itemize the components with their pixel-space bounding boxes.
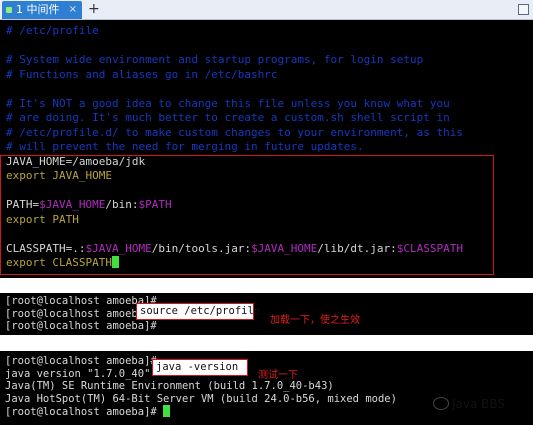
tab-close-icon[interactable]: × <box>69 1 77 19</box>
annotation-test: 测试一下 <box>258 370 298 381</box>
highlight-box <box>0 155 494 275</box>
annotation-load: 加载一下，使之生效 <box>270 315 360 326</box>
prompt-line: [root@localhost amoeba]# <box>5 307 157 320</box>
prompt-line: [root@localhost amoeba]# <box>5 320 157 332</box>
add-tab-button[interactable]: + <box>88 0 100 18</box>
tab-middleware[interactable]: 1 中间件 × <box>2 1 82 19</box>
comment-line: # /etc/profile <box>6 24 99 37</box>
terminal-source[interactable]: [root@localhost amoeba]# [root@localhost… <box>0 293 533 335</box>
tab-status-icon <box>6 7 12 13</box>
comment-line: # Functions and aliases go in /etc/bashr… <box>6 67 278 81</box>
text-cursor <box>163 405 171 417</box>
prompt-line: [root@localhost amoeba]# <box>5 295 157 307</box>
comment-line: # are doing. It's much better to create … <box>6 111 450 124</box>
source-command: source /etc/profile <box>136 303 260 320</box>
watermark-text: Java BBS <box>452 397 506 411</box>
prompt-line: [root@localhost amoeba]# <box>0 405 397 418</box>
vim-editor[interactable]: 1 中间件 × + # /etc/profile # System wide e… <box>0 0 533 278</box>
comment-line: # System wide environment and startup pr… <box>6 53 424 66</box>
window-restore-icon[interactable] <box>518 4 529 15</box>
watermark: Java BBS <box>433 397 505 411</box>
output-line: Java(TM) SE Runtime Environment (build 1… <box>5 380 334 392</box>
prompt-text: [root@localhost amoeba]# <box>5 406 157 418</box>
wechat-icon <box>433 397 449 410</box>
comment-line: # will prevent the need for merging in f… <box>6 140 364 153</box>
tab-bar: 1 中间件 × + <box>0 0 533 20</box>
version-command: java -version <box>152 359 248 376</box>
output-line: Java HotSpot(TM) 64-Bit Server VM (build… <box>5 392 397 405</box>
comment-line: # It's NOT a good idea to change this fi… <box>6 96 450 110</box>
terminal-version[interactable]: [root@localhost amoeba]# java version "1… <box>0 351 533 425</box>
tab-label: 1 中间件 <box>16 3 60 16</box>
comment-line: # /etc/profile.d/ to make custom changes… <box>6 125 463 139</box>
